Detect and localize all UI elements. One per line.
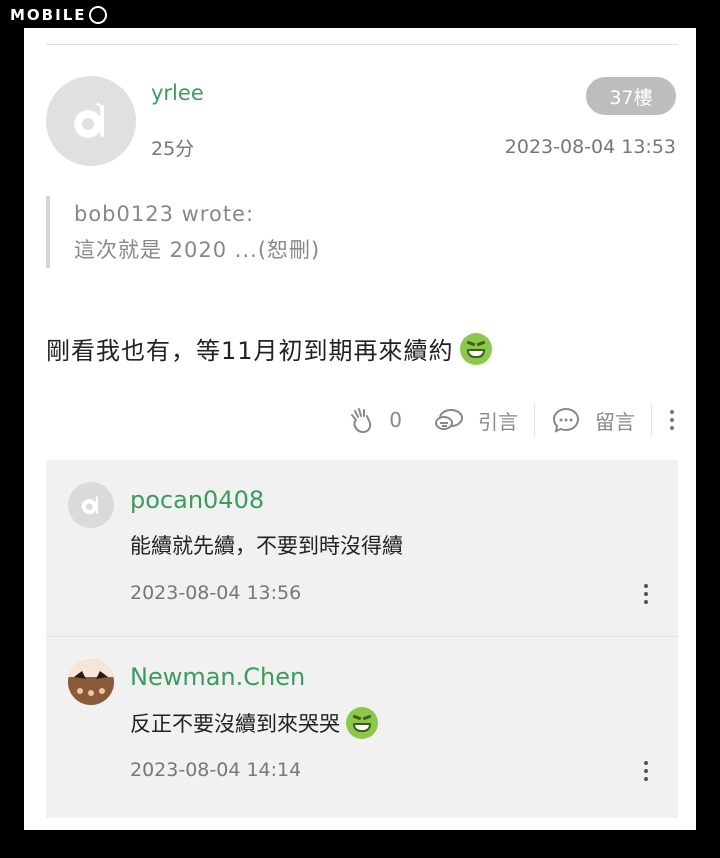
comment-timestamp: 2023-08-04 14:14 bbox=[130, 759, 302, 781]
post-timestamp: 2023-08-04 13:53 bbox=[504, 136, 676, 158]
comment-text-row: 反正不要沒續到來哭哭 bbox=[130, 707, 378, 739]
quote-author: bob0123 wrote: bbox=[74, 202, 255, 226]
comment-text: 反正不要沒續到來哭哭 bbox=[130, 712, 340, 736]
list-item: pocan0408 能續就先續，不要到時沒得續 2023-08-04 13:56 bbox=[46, 460, 678, 636]
quote-button[interactable]: 引言 bbox=[418, 402, 534, 438]
grin-emoji-icon bbox=[346, 707, 378, 739]
avatar[interactable] bbox=[68, 659, 114, 705]
quote-text: 這次就是 2020 ...(恕刪) bbox=[74, 238, 321, 262]
comment-bubble-icon bbox=[552, 407, 580, 433]
comment-username[interactable]: pocan0408 bbox=[130, 486, 264, 514]
avatar[interactable] bbox=[46, 76, 136, 166]
comment-username[interactable]: Newman.Chen bbox=[130, 663, 305, 691]
comment-timestamp: 2023-08-04 13:56 bbox=[130, 582, 302, 604]
user-score: 25分 bbox=[151, 138, 195, 160]
more-vertical-icon bbox=[644, 584, 648, 604]
divider bbox=[46, 44, 678, 45]
quote-label: 引言 bbox=[478, 409, 518, 434]
comment-more-button[interactable] bbox=[644, 761, 648, 781]
clap-icon bbox=[351, 408, 372, 434]
default-avatar-icon bbox=[81, 496, 99, 515]
grin-emoji-icon bbox=[459, 332, 492, 365]
quote-bubble-icon bbox=[435, 409, 463, 430]
post-card: yrlee 25分 37樓 2023-08-04 13:53 bob0123 w… bbox=[24, 28, 696, 830]
avatar[interactable] bbox=[68, 482, 114, 528]
like-count: 0 bbox=[389, 408, 402, 432]
logo-text: MOBILE bbox=[10, 6, 87, 24]
comment-button[interactable]: 留言 bbox=[535, 402, 651, 438]
post-actions: 0 引言 留言 bbox=[24, 400, 696, 440]
more-vertical-icon bbox=[670, 410, 674, 430]
quote-block: bob0123 wrote: 這次就是 2020 ...(恕刪) bbox=[46, 196, 606, 268]
floor-badge[interactable]: 37樓 bbox=[586, 77, 676, 115]
more-vertical-icon bbox=[644, 761, 648, 781]
like-button[interactable]: 0 bbox=[333, 402, 418, 438]
comment-more-button[interactable] bbox=[644, 584, 648, 604]
user-avatar-icon bbox=[68, 659, 114, 705]
post-username[interactable]: yrlee bbox=[151, 81, 204, 105]
comment-list: pocan0408 能續就先續，不要到時沒得續 2023-08-04 13:56… bbox=[46, 460, 678, 818]
post-body: 剛看我也有，等11月初到期再來續約 bbox=[46, 331, 492, 366]
post-body-text: 剛看我也有，等11月初到期再來續約 bbox=[46, 337, 454, 365]
post-more-button[interactable] bbox=[652, 410, 696, 430]
default-avatar-icon bbox=[74, 102, 104, 138]
logo-mark-icon bbox=[88, 6, 107, 24]
comment-text: 能續就先續，不要到時沒得續 bbox=[130, 534, 403, 558]
list-item: Newman.Chen 反正不要沒續到來哭哭 2023-08-04 14:14 bbox=[46, 636, 678, 813]
site-logo: MOBILE bbox=[10, 6, 107, 24]
comment-label: 留言 bbox=[595, 409, 635, 434]
